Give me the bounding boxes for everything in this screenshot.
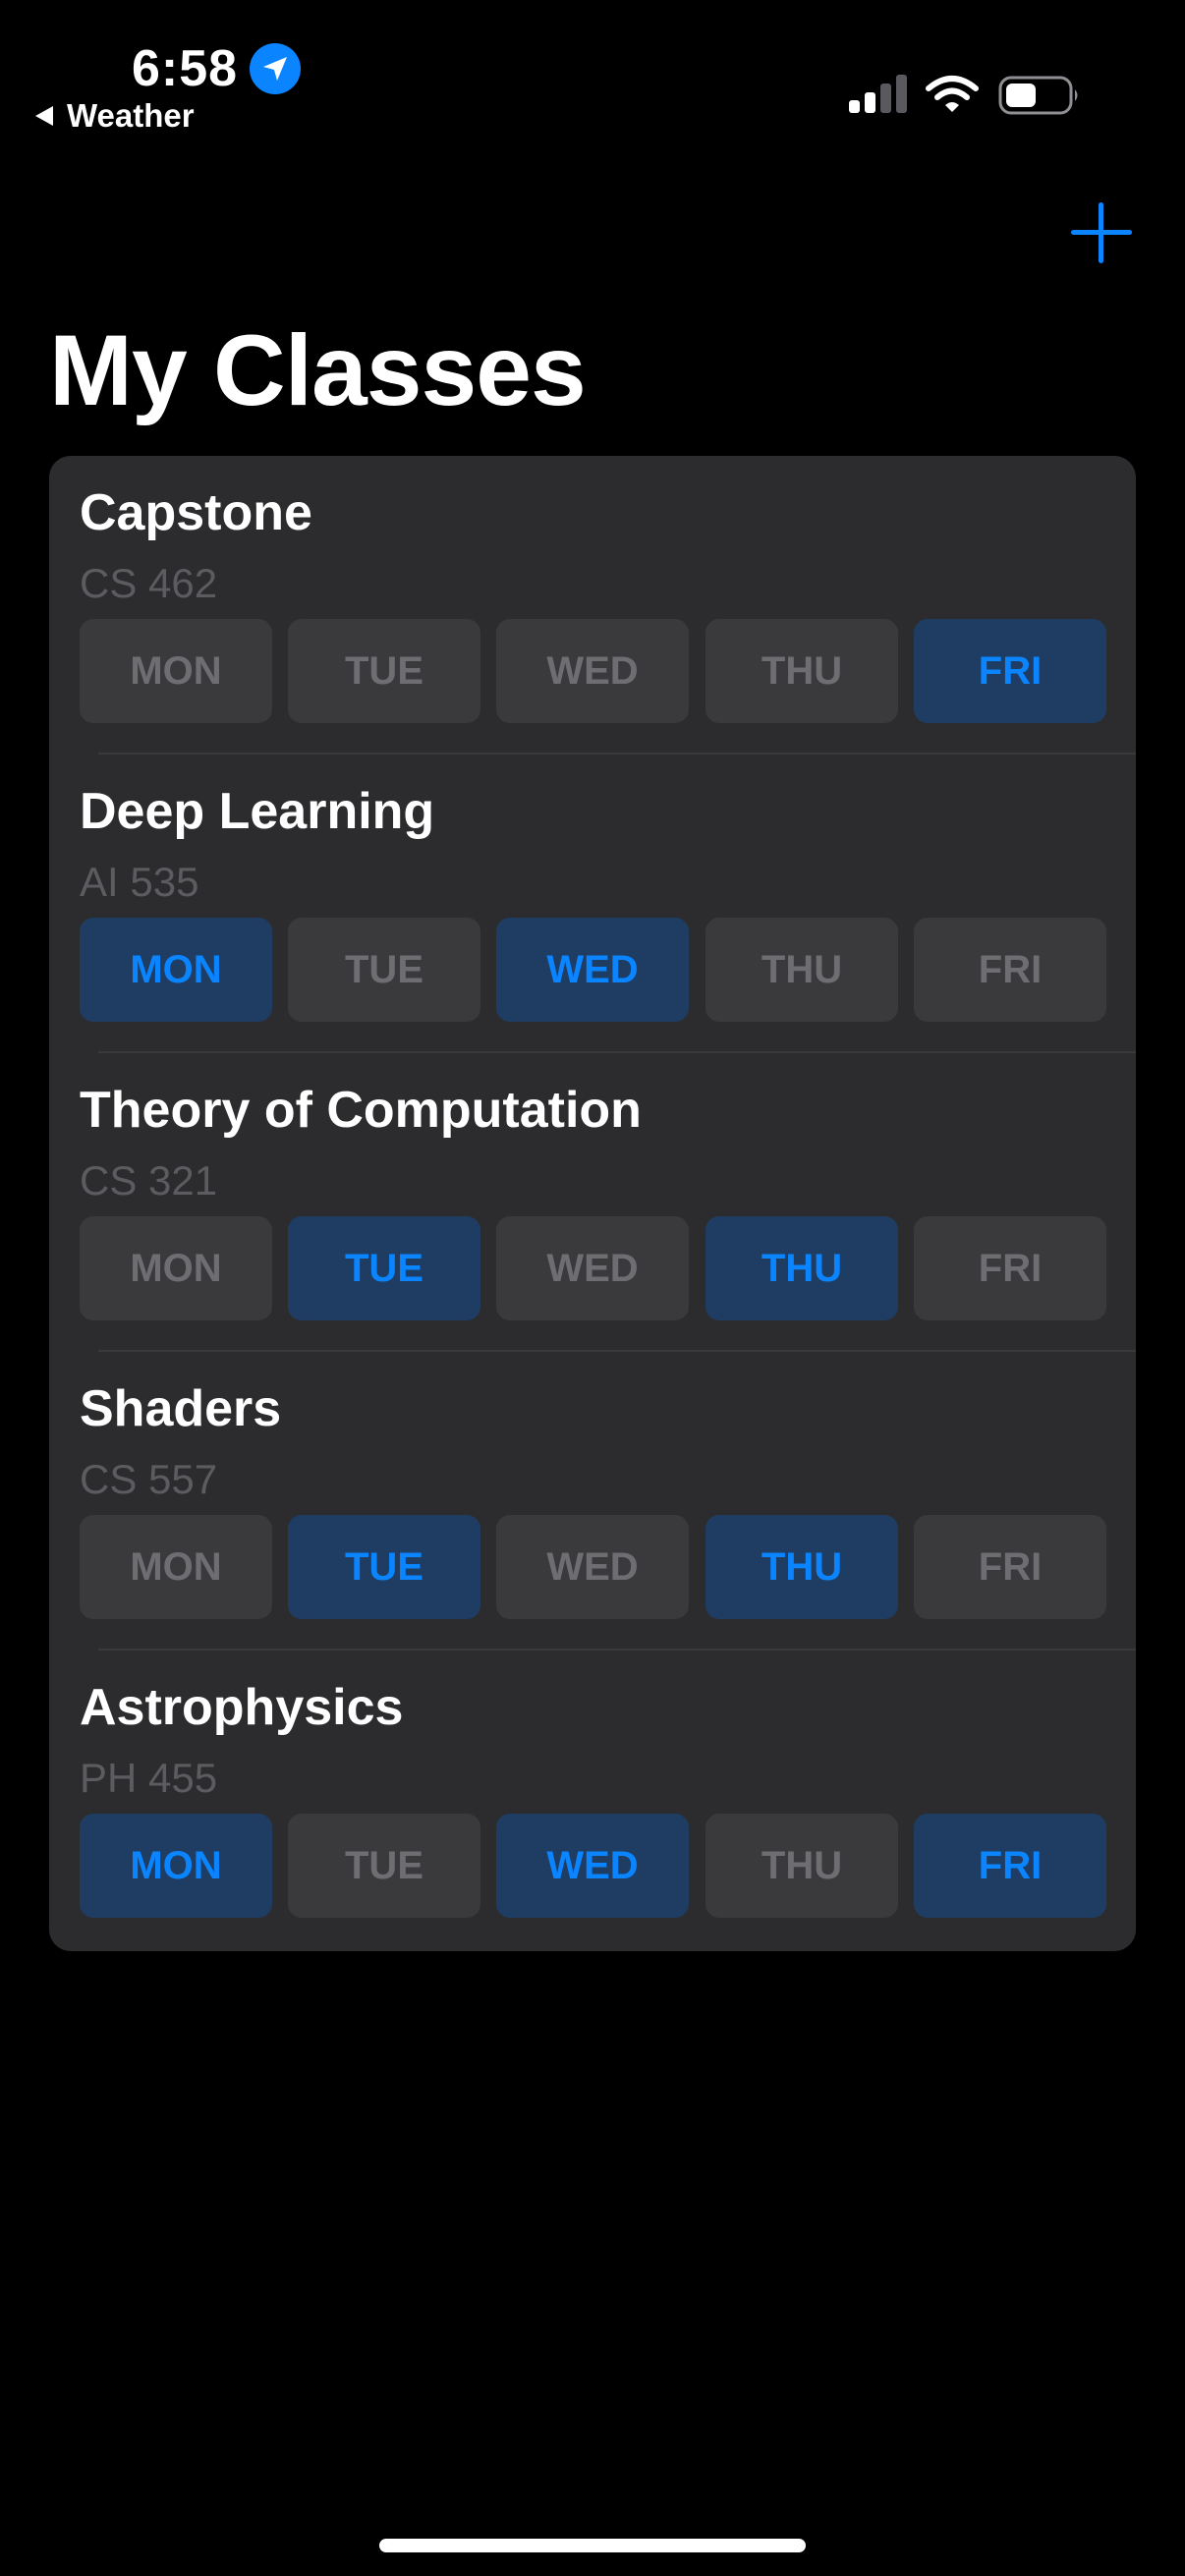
page-title: My Classes [49,314,587,426]
back-arrow-icon [35,106,53,126]
cellular-signal-icon [849,75,907,113]
day-chip-tue[interactable]: TUE [288,1814,480,1918]
class-code: CS 321 [80,1157,218,1204]
day-chip-thu[interactable]: THU [705,1515,898,1619]
class-name: Shaders [80,1380,282,1437]
class-row-astrophysics[interactable]: Astrophysics PH 455 MON TUE WED THU FRI [49,1651,1136,1949]
back-app-label: Weather [67,97,195,134]
day-selector: MON TUE WED THU FRI [80,1814,1107,1918]
day-chip-fri[interactable]: FRI [914,1814,1106,1918]
day-chip-thu[interactable]: THU [705,918,898,1022]
back-to-app-button[interactable]: Weather [35,96,195,136]
class-code: CS 557 [80,1456,218,1502]
class-code: PH 455 [80,1755,218,1801]
day-chip-wed[interactable]: WED [496,1814,689,1918]
day-chip-mon[interactable]: MON [80,1216,272,1320]
day-chip-mon[interactable]: MON [80,1515,272,1619]
class-row-deep-learning[interactable]: Deep Learning AI 535 MON TUE WED THU FRI [49,755,1136,1053]
day-chip-wed[interactable]: WED [496,918,689,1022]
day-chip-fri[interactable]: FRI [914,918,1106,1022]
day-chip-wed[interactable]: WED [496,1515,689,1619]
day-chip-mon[interactable]: MON [80,1814,272,1918]
day-selector: MON TUE WED THU FRI [80,1515,1107,1619]
class-row-capstone[interactable]: Capstone CS 462 MON TUE WED THU FRI [49,456,1136,755]
location-arrow-icon [250,43,301,94]
status-bar: 6:58 Weather [0,0,1185,147]
class-row-theory-of-computation[interactable]: Theory of Computation CS 321 MON TUE WED… [49,1053,1136,1352]
day-chip-tue[interactable]: TUE [288,918,480,1022]
day-chip-wed[interactable]: WED [496,1216,689,1320]
day-selector: MON TUE WED THU FRI [80,619,1107,723]
home-indicator[interactable] [379,2539,806,2552]
day-selector: MON TUE WED THU FRI [80,918,1107,1022]
day-chip-tue[interactable]: TUE [288,1515,480,1619]
day-chip-fri[interactable]: FRI [914,1216,1106,1320]
class-name: Astrophysics [80,1679,404,1736]
day-chip-thu[interactable]: THU [705,619,898,723]
add-class-button[interactable] [1071,202,1132,263]
day-chip-thu[interactable]: THU [705,1814,898,1918]
day-selector: MON TUE WED THU FRI [80,1216,1107,1320]
class-list: Capstone CS 462 MON TUE WED THU FRI Deep… [49,456,1136,1951]
class-name: Theory of Computation [80,1082,642,1139]
status-time: 6:58 [132,40,239,97]
wifi-icon [926,76,979,112]
class-code: AI 535 [80,859,199,905]
day-chip-thu[interactable]: THU [705,1216,898,1320]
day-chip-tue[interactable]: TUE [288,619,480,723]
class-name: Capstone [80,484,312,541]
class-name: Deep Learning [80,783,435,840]
day-chip-wed[interactable]: WED [496,619,689,723]
day-chip-tue[interactable]: TUE [288,1216,480,1320]
day-chip-fri[interactable]: FRI [914,619,1106,723]
day-chip-fri[interactable]: FRI [914,1515,1106,1619]
class-row-shaders[interactable]: Shaders CS 557 MON TUE WED THU FRI [49,1352,1136,1651]
battery-icon [998,76,1078,115]
day-chip-mon[interactable]: MON [80,918,272,1022]
class-code: CS 462 [80,560,218,606]
day-chip-mon[interactable]: MON [80,619,272,723]
